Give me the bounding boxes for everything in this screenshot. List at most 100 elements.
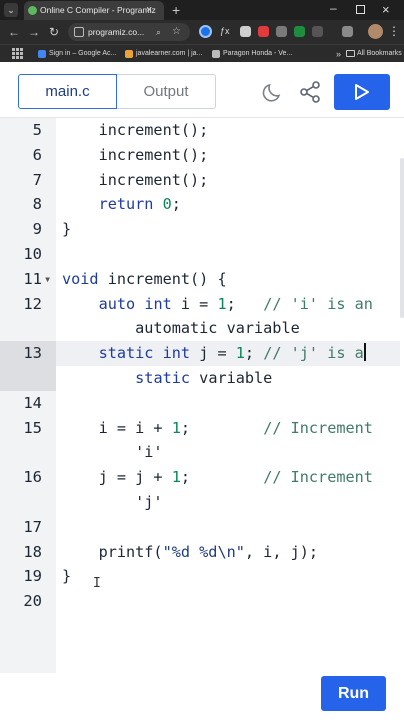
bookmark-star-icon[interactable]: ☆ (172, 23, 181, 41)
code-text: increment(); (62, 145, 209, 164)
code-line-20[interactable]: 20 (0, 589, 404, 614)
profile-avatar[interactable] (368, 24, 383, 39)
code-text: automatic variable (62, 319, 300, 338)
code-line-17[interactable]: 17 (0, 515, 404, 540)
line-number: 13 (23, 344, 42, 363)
bookmark-javalearner[interactable]: javalearner.com | ja... (125, 45, 202, 63)
extensions-puzzle-icon[interactable] (342, 26, 353, 37)
line-number: 11 (23, 269, 42, 288)
code-text: j = j + 1; // Increment (62, 468, 373, 487)
reload-icon[interactable]: ↻ (46, 23, 62, 41)
line-number: 17 (23, 517, 42, 536)
code-line-wrap[interactable]: static variable (0, 366, 404, 391)
code-line-11[interactable]: 11 ▾ void increment() { (0, 267, 404, 292)
play-icon (355, 84, 369, 100)
extension-pen-icon[interactable] (240, 26, 251, 37)
code-line-19[interactable]: 19} (0, 564, 404, 589)
bookmark-google-signin[interactable]: Sign in – Google Ac... (38, 45, 116, 63)
code-line-7[interactable]: 7 increment(); (0, 168, 404, 193)
line-number: 7 (32, 170, 42, 189)
forward-icon[interactable]: → (26, 23, 42, 41)
code-line-6[interactable]: 6 increment(); (0, 143, 404, 168)
tab-output[interactable]: Output (117, 74, 216, 109)
line-number: 8 (32, 195, 42, 214)
code-line-15[interactable]: 15 i = i + 1; // Increment (0, 416, 404, 441)
line-number: 12 (23, 294, 42, 313)
search-icon[interactable]: ⌕ (156, 23, 161, 41)
google-favicon-icon (38, 50, 46, 58)
tab-search-dropdown[interactable]: ⌄ (4, 3, 18, 17)
code-line-8[interactable]: 8 return 0; (0, 192, 404, 217)
code-text: i = i + 1; // Increment (62, 418, 373, 437)
line-number: 6 (32, 145, 42, 164)
code-text: void increment() { (62, 269, 227, 288)
javalearner-favicon-icon (125, 50, 133, 58)
code-line-12[interactable]: 12 auto int i = 1; // 'i' is an (0, 292, 404, 317)
code-line-wrap[interactable]: 'j' (0, 490, 404, 515)
extension-monitor-icon[interactable] (276, 26, 287, 37)
code-line-wrap[interactable]: automatic variable (0, 316, 404, 341)
line-number: 9 (32, 220, 42, 239)
browser-menu-icon[interactable]: ⋮ (388, 22, 400, 40)
code-line-14[interactable]: 14 (0, 391, 404, 416)
bookmark-paragon-honda[interactable]: Paragon Honda - Ve... (212, 45, 292, 63)
tab-close-icon[interactable]: × (146, 2, 152, 18)
code-text: increment(); (62, 121, 209, 139)
moon-icon[interactable] (261, 80, 285, 104)
browser-toolbar: ← → ↻ programiz.co... ⌕ ☆ ƒx ⋮ (0, 20, 404, 44)
extension-blue-icon[interactable] (199, 25, 212, 38)
new-tab-icon[interactable]: + (172, 1, 180, 19)
line-number: 10 (23, 245, 42, 263)
code-text: increment(); (62, 170, 209, 189)
code-line-wrap[interactable]: 'i' (0, 440, 404, 465)
address-bar[interactable]: programiz.co... ⌕ ☆ (68, 23, 190, 41)
code-line-16[interactable]: 16 j = j + 1; // Increment (0, 465, 404, 490)
bookmarks-overflow-icon[interactable]: » (336, 45, 341, 63)
back-icon[interactable]: ← (6, 23, 22, 41)
editor-scrollbar[interactable] (400, 158, 404, 318)
share-icon[interactable] (298, 80, 322, 104)
extension-sheets-icon[interactable] (294, 26, 305, 37)
code-text: printf("%d %d\n", i, j); (62, 542, 319, 561)
code-text: return 0; (98, 195, 181, 214)
line-number: 14 (23, 393, 42, 412)
minimize-icon[interactable]: – (330, 1, 337, 15)
code-text: static int j = 1; // 'j' is a (98, 343, 366, 363)
code-line-9[interactable]: 9} (0, 217, 404, 242)
apps-grid-icon[interactable] (12, 48, 24, 60)
code-text: 'i' (62, 443, 163, 462)
site-info-icon[interactable] (74, 27, 84, 37)
browser-tab-title: Online C Compiler - Programiz (40, 5, 156, 15)
line-number: 19 (23, 567, 42, 586)
code-line-10[interactable]: 10 (0, 242, 404, 267)
run-play-button[interactable] (334, 74, 390, 110)
compiler-header: main.c Output (0, 62, 404, 118)
globe-favicon-icon (212, 50, 220, 58)
browser-tab-active[interactable]: Online C Compiler - Programiz (24, 1, 164, 20)
code-line-5[interactable]: 5 increment(); (0, 118, 404, 143)
code-editor[interactable]: 5 increment(); 6 increment(); 7 increment(… (0, 118, 404, 720)
maximize-icon[interactable] (356, 5, 365, 14)
code-line-18[interactable]: 18 printf("%d %d\n", i, j); (0, 540, 404, 565)
line-number: 16 (23, 468, 42, 487)
extension-red-icon[interactable] (258, 26, 269, 37)
all-bookmarks-button[interactable]: All Bookmarks (346, 45, 402, 63)
text-cursor-ibeam-icon: I (93, 576, 101, 591)
line-number: 15 (23, 418, 42, 437)
browser-tab-bar: ⌄ Online C Compiler - Programiz × + – × (0, 0, 404, 20)
window-close-icon[interactable]: × (382, 0, 390, 20)
address-url: programiz.co... (88, 27, 145, 37)
folder-icon (346, 50, 355, 57)
extension-dark-icon[interactable] (312, 26, 323, 37)
code-text: } (62, 220, 72, 239)
run-button[interactable]: Run (321, 676, 386, 711)
line-number: 20 (23, 592, 42, 611)
bookmarks-bar: Sign in – Google Ac... javalearner.com |… (0, 44, 404, 62)
tab-main-c[interactable]: main.c (18, 74, 117, 109)
code-text: 'j' (62, 493, 163, 511)
extension-fx-icon[interactable]: ƒx (220, 24, 230, 38)
fold-chevron-icon[interactable]: ▾ (44, 267, 51, 292)
code-line-13[interactable]: 13 static int j = 1; // 'j' is a (0, 341, 404, 391)
line-number: 18 (23, 542, 42, 561)
code-text: static variable (135, 369, 273, 387)
